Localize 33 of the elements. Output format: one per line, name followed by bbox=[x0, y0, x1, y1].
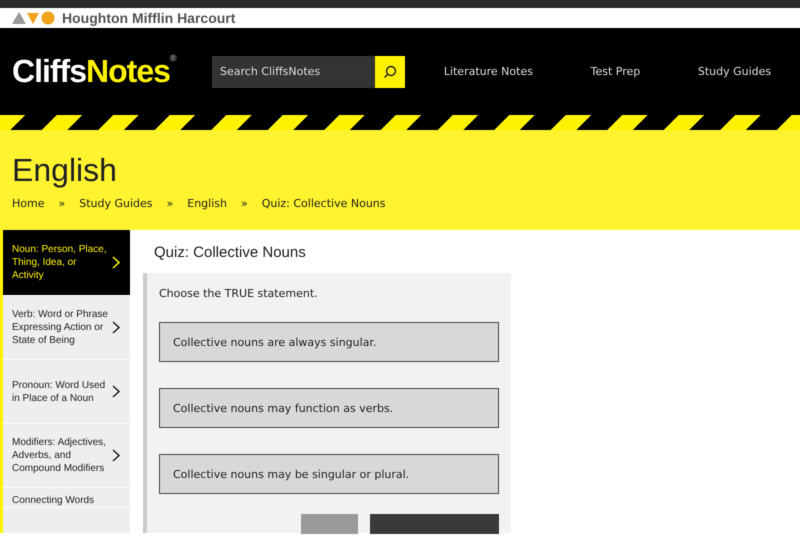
publisher-name[interactable]: Houghton Mifflin Harcourt bbox=[62, 10, 236, 26]
breadcrumb-link[interactable]: Study Guides bbox=[79, 197, 153, 210]
chevron-right-icon bbox=[112, 385, 120, 398]
publisher-logo-icon bbox=[12, 11, 56, 25]
breadcrumb-separator: » bbox=[166, 197, 174, 210]
answer-option[interactable]: Collective nouns may be singular or plural. bbox=[159, 454, 499, 494]
quiz-title: Quiz: Collective Nouns bbox=[154, 244, 307, 261]
quiz-button[interactable] bbox=[370, 514, 499, 534]
nav-link[interactable]: Test Prep bbox=[590, 65, 640, 78]
answer-option[interactable]: Collective nouns may function as verbs. bbox=[159, 388, 499, 428]
cliffsnotes-logo[interactable]: CliffsNotes$^{®}$ bbox=[12, 53, 207, 90]
breadcrumb-separator: » bbox=[57, 197, 66, 210]
sidebar-item[interactable]: Noun: Person, Place, Thing, Idea, or Activity bbox=[3, 230, 130, 296]
chevron-right-icon bbox=[112, 321, 120, 334]
search-button[interactable] bbox=[375, 56, 405, 88]
nav-link[interactable]: Study Guides bbox=[698, 65, 772, 78]
search-icon bbox=[383, 64, 397, 78]
nav-link[interactable]: Literature Notes bbox=[444, 65, 533, 78]
page-title: English bbox=[12, 152, 118, 189]
breadcrumb-link[interactable]: Home bbox=[12, 197, 44, 210]
sidebar-item[interactable]: Pronoun: Word Used in Place of a Noun bbox=[3, 360, 130, 424]
quiz-question: Choose the TRUE statement. bbox=[159, 287, 319, 300]
sidebar-item[interactable]: Modifiers: Adjectives, Adverbs, and Compound Modifiers bbox=[3, 424, 130, 488]
chevron-right-icon bbox=[112, 449, 120, 462]
quiz-button[interactable] bbox=[301, 514, 358, 534]
search-field[interactable]: Search CliffsNotes bbox=[212, 56, 375, 88]
breadcrumb-separator: » bbox=[240, 197, 249, 210]
chevron-right-icon bbox=[112, 256, 120, 269]
sidebar-item[interactable]: Connecting Words bbox=[3, 488, 130, 508]
answer-option[interactable]: Collective nouns are always singular. bbox=[159, 322, 499, 362]
sidebar-item[interactable]: Verb: Word or Phrase Expressing Action or State of Being bbox=[3, 296, 130, 360]
breadcrumb-link[interactable]: English bbox=[187, 197, 227, 210]
breadcrumb-link[interactable]: Quiz: Collective Nouns bbox=[262, 197, 386, 210]
